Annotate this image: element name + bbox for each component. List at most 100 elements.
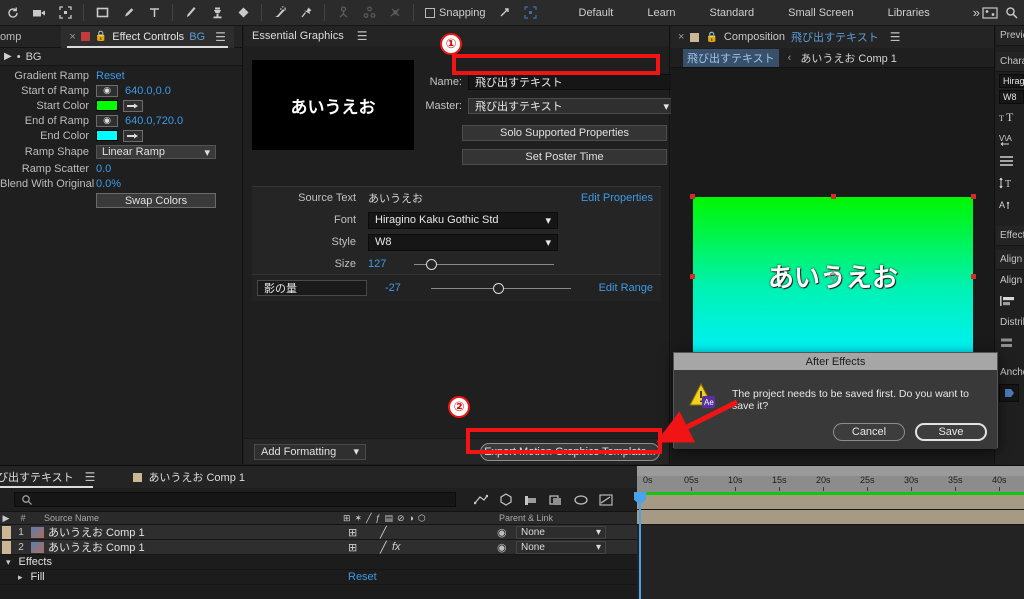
- range-name-input[interactable]: 影の量: [257, 280, 367, 296]
- eyedropper-icon[interactable]: [123, 99, 143, 112]
- workspace-libraries[interactable]: Libraries: [871, 0, 947, 26]
- layer-switch-parent-icon[interactable]: ⊞: [348, 541, 357, 554]
- align-left-icon[interactable]: [996, 290, 1024, 312]
- align-tool-icon[interactable]: [492, 0, 518, 26]
- chevron-down-icon[interactable]: ▾: [6, 557, 11, 568]
- puppet-pin-icon[interactable]: [293, 0, 319, 26]
- kerning-icon[interactable]: V\A: [996, 128, 1024, 150]
- composition-frame[interactable]: あいうえお: [690, 194, 976, 358]
- layer-duration-bar-1[interactable]: [637, 495, 1024, 510]
- shape-tool-icon[interactable]: [89, 0, 115, 26]
- size-slider[interactable]: [414, 258, 554, 270]
- edit-range-link[interactable]: Edit Range: [599, 282, 653, 294]
- snapping-checkbox[interactable]: [425, 7, 435, 18]
- anchor-point-icon[interactable]: [827, 270, 839, 282]
- effects-panel-tab[interactable]: Effects: [996, 226, 1024, 246]
- layer-name[interactable]: あいうえお Comp 1: [48, 539, 145, 555]
- comp-panel-menu-icon[interactable]: ☰: [890, 30, 901, 44]
- parent-link-icon[interactable]: ◉: [497, 541, 507, 554]
- size-slider-knob[interactable]: [426, 258, 437, 270]
- composition-tab[interactable]: × 🔒 Composition 飛び出すテキスト ☰: [671, 26, 994, 48]
- parent-select[interactable]: None ▾: [516, 540, 606, 554]
- close-icon[interactable]: ×: [69, 31, 75, 43]
- panel-menu-icon[interactable]: ☰: [215, 30, 226, 44]
- point-picker-icon[interactable]: ◉: [96, 84, 118, 97]
- start-color-swatch[interactable]: [96, 100, 118, 111]
- align-panel-tab[interactable]: Align: [996, 250, 1024, 270]
- property-value[interactable]: 640.0,720.0: [125, 115, 183, 127]
- shy-layers-icon[interactable]: [568, 488, 593, 512]
- effect-reset-link[interactable]: Reset: [348, 571, 377, 583]
- parent-link-icon[interactable]: ◉: [497, 526, 507, 539]
- graph-editor-icon[interactable]: [468, 488, 493, 512]
- timeline-tab-active[interactable]: 飛び出すテキスト ☰: [0, 466, 103, 488]
- layer-switch-parent-icon[interactable]: ⊞: [348, 526, 357, 539]
- paragraph-icon[interactable]: [996, 150, 1024, 172]
- home-icon[interactable]: [0, 0, 26, 26]
- layer-switch-fx-icon[interactable]: fx: [392, 541, 401, 553]
- type-tool-icon[interactable]: [141, 0, 167, 26]
- timeline-tab-comp1[interactable]: あいうえお Comp 1: [125, 466, 253, 488]
- layer-duration-bar-2[interactable]: [637, 510, 1024, 525]
- graph-icon[interactable]: [593, 488, 618, 512]
- ramp-shape-select[interactable]: Linear Ramp ▾: [96, 145, 216, 159]
- layer-color-chip[interactable]: [2, 525, 11, 539]
- selection-handle-tl[interactable]: [690, 194, 695, 199]
- tab-comp[interactable]: Comp: [0, 26, 29, 48]
- tab-effect-controls[interactable]: × 🔒 Effect Controls BG ☰: [61, 25, 234, 48]
- search-input[interactable]: [14, 492, 456, 507]
- layer-name[interactable]: あいうえお Comp 1: [48, 524, 145, 540]
- clone-stamp-icon[interactable]: [204, 0, 230, 26]
- font-size-icon[interactable]: TT: [996, 106, 1024, 128]
- pen-tool-icon[interactable]: [115, 0, 141, 26]
- leading-icon[interactable]: T: [996, 172, 1024, 194]
- solo-supported-properties-button[interactable]: Solo Supported Properties: [462, 125, 667, 141]
- layer-color-chip[interactable]: [2, 540, 11, 554]
- workspace-small-screen[interactable]: Small Screen: [771, 0, 870, 26]
- timeline-track-area[interactable]: [634, 492, 1024, 599]
- character-style-field[interactable]: W8: [999, 90, 1024, 104]
- breadcrumb-current[interactable]: 飛び出すテキスト: [683, 48, 779, 67]
- preview-panel-tab[interactable]: Preview: [996, 26, 1024, 46]
- style-dropdown[interactable]: W8 ▾: [368, 233, 558, 251]
- selection-handle-tr[interactable]: [971, 194, 976, 199]
- source-text-value[interactable]: あいうえお: [368, 190, 423, 206]
- timeline-menu-icon[interactable]: ☰: [85, 470, 96, 484]
- range-slider-knob[interactable]: [493, 282, 504, 294]
- set-poster-time-button[interactable]: Set Poster Time: [462, 149, 667, 165]
- grid-tool-icon[interactable]: [518, 0, 544, 26]
- frame-blend-icon[interactable]: [543, 488, 568, 512]
- selection-handle-ml[interactable]: [690, 273, 695, 279]
- effect-reset-link[interactable]: Reset: [96, 70, 125, 82]
- workspace-settings-icon[interactable]: [978, 0, 1002, 26]
- eyedropper-icon-2[interactable]: [123, 129, 143, 142]
- anchor-point-field[interactable]: [999, 384, 1019, 402]
- 3d-renderer-icon[interactable]: [493, 488, 518, 512]
- layer-switch-quality-icon[interactable]: ╱: [380, 526, 387, 539]
- export-motion-graphics-template-button[interactable]: Export Motion Graphics Template...: [480, 443, 660, 461]
- workspace-standard[interactable]: Standard: [693, 0, 772, 26]
- swap-colors-button[interactable]: Swap Colors: [96, 193, 216, 208]
- tracking-icon[interactable]: A: [996, 194, 1024, 216]
- distribute-icon[interactable]: [996, 332, 1024, 354]
- brush-tool-icon[interactable]: [178, 0, 204, 26]
- expand-all-icon[interactable]: ▶: [0, 513, 12, 524]
- workspace-learn[interactable]: Learn: [630, 0, 692, 26]
- property-value[interactable]: 0.0%: [96, 178, 121, 190]
- puppet-starch-icon[interactable]: [356, 0, 382, 26]
- chevron-right-icon[interactable]: ▸: [18, 572, 23, 583]
- property-value[interactable]: 0.0: [96, 163, 111, 175]
- workspace-default[interactable]: Default: [562, 0, 631, 26]
- range-slider[interactable]: [431, 282, 571, 294]
- selection-handle-mr[interactable]: [971, 273, 976, 279]
- character-font-field[interactable]: Hiragino: [999, 74, 1024, 88]
- snapping-toggle[interactable]: Snapping: [419, 7, 492, 19]
- edit-properties-link[interactable]: Edit Properties: [581, 192, 653, 204]
- point-picker-icon-2[interactable]: ◉: [96, 114, 118, 127]
- timeline-ruler[interactable]: 0s 05s 10s 15s 20s 25s 30s 35s 40s: [637, 466, 1024, 492]
- size-value[interactable]: 127: [368, 258, 404, 270]
- font-dropdown[interactable]: Hiragino Kaku Gothic Std ▾: [368, 211, 558, 229]
- save-button[interactable]: Save: [915, 423, 987, 441]
- lock-icon[interactable]: 🔒: [705, 32, 717, 43]
- lock-icon[interactable]: 🔒: [95, 31, 107, 42]
